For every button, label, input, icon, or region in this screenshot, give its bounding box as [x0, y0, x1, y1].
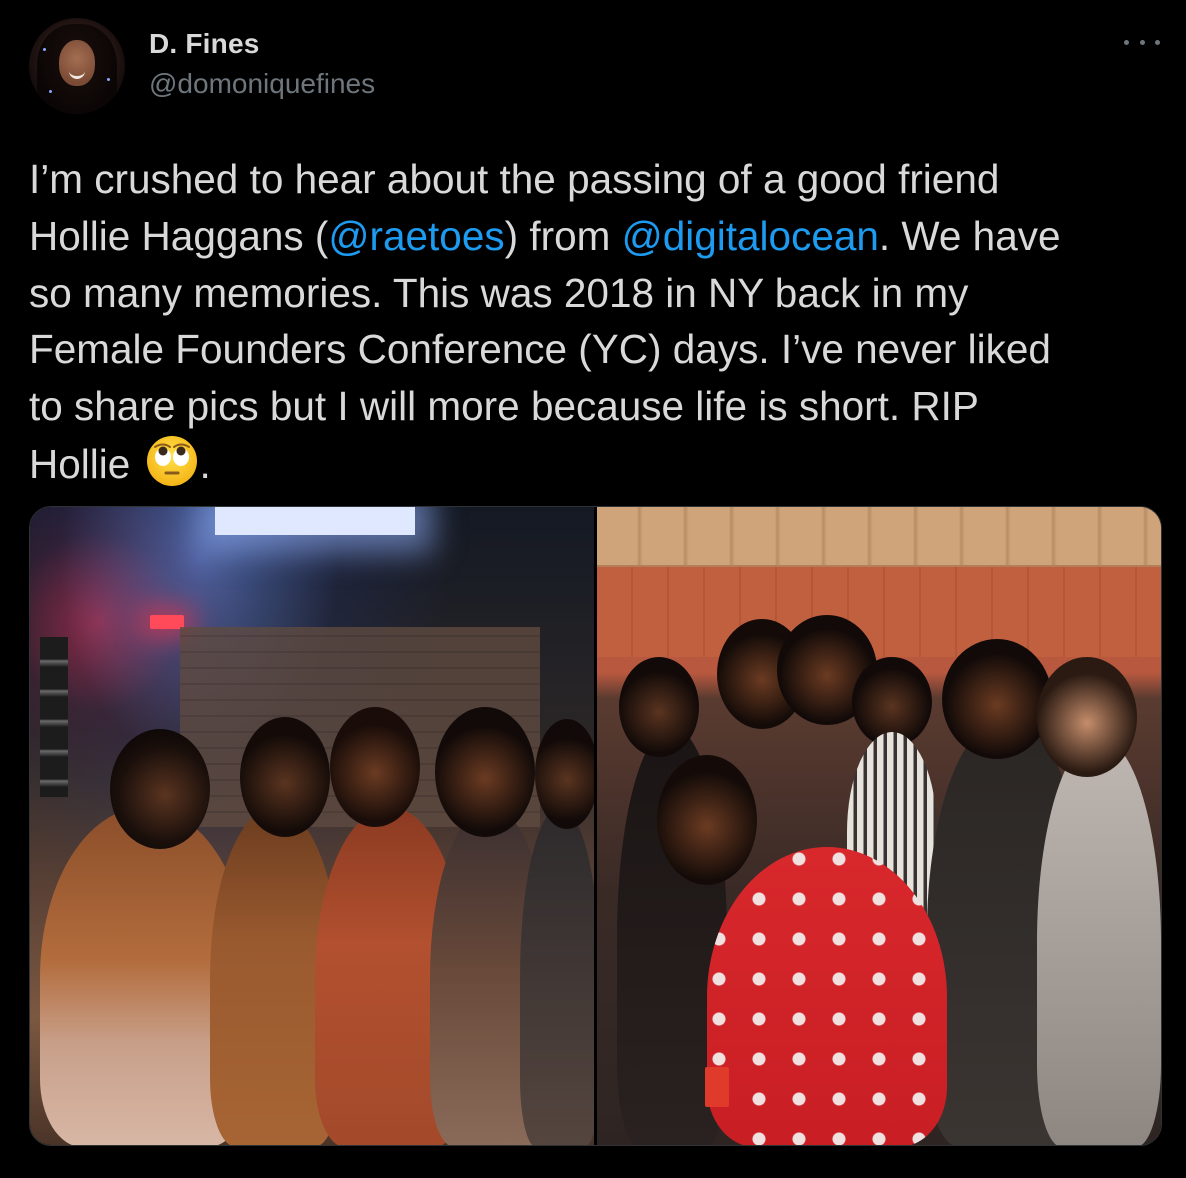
photo-right[interactable] — [597, 507, 1161, 1145]
tufted-banquette — [597, 567, 1161, 657]
person — [707, 847, 947, 1145]
mention-link[interactable]: @raetoes — [328, 213, 504, 259]
tweet: D. Fines @domoniquefines I’m crushed to … — [0, 0, 1186, 1178]
avatar[interactable] — [29, 18, 125, 114]
person-head — [942, 639, 1052, 759]
person-head — [657, 755, 757, 885]
ellipsis-icon — [1124, 39, 1160, 45]
avatar-sparkle — [49, 90, 52, 93]
tweet-text-segment: ) from — [504, 212, 622, 259]
wall-frames — [40, 637, 68, 797]
media-grid — [29, 506, 1162, 1146]
tweet-text: I’m crushed to hear about the passing of… — [29, 151, 1169, 493]
avatar-sparkle — [107, 78, 110, 81]
face-with-rolling-eyes-emoji — [146, 435, 197, 486]
lanyard-badge — [705, 1067, 729, 1107]
person-head — [240, 717, 330, 837]
projector-screen — [215, 507, 415, 535]
tweet-text-segment: . — [199, 440, 211, 487]
person-head — [1037, 657, 1137, 777]
person-head — [619, 657, 699, 757]
person — [1037, 737, 1161, 1145]
display-name[interactable]: D. Fines — [149, 28, 260, 60]
more-options-button[interactable] — [1124, 30, 1160, 54]
person-head — [330, 707, 420, 827]
avatar-face — [59, 40, 95, 86]
avatar-sparkle — [43, 48, 46, 51]
exit-sign — [150, 615, 184, 629]
person-head — [110, 729, 210, 849]
person-head — [435, 707, 535, 837]
person — [520, 807, 594, 1145]
photo-left[interactable] — [30, 507, 594, 1145]
user-handle[interactable]: @domoniquefines — [149, 68, 375, 100]
person-head — [535, 719, 594, 829]
wood-ceiling — [597, 507, 1161, 565]
mention-link[interactable]: @digitalocean — [622, 213, 879, 259]
